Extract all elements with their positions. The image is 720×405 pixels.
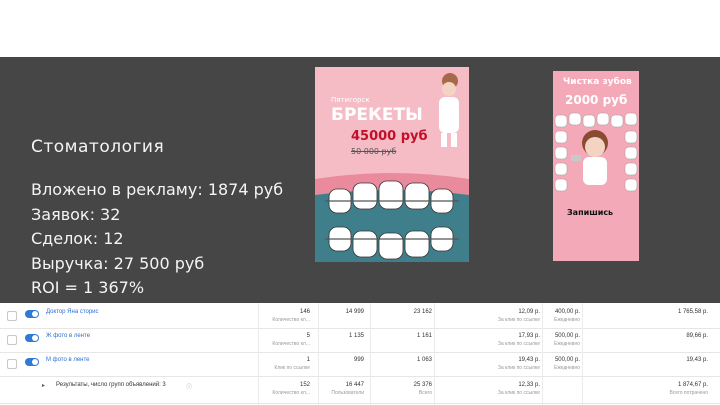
- summary-reach-value: 16 447: [345, 382, 364, 388]
- row-checkbox[interactable]: [7, 335, 17, 345]
- results-metric: Клик по ссылке: [274, 365, 310, 371]
- reach-value: 1 135: [348, 333, 364, 339]
- slide-heading: Стоматология: [31, 137, 165, 157]
- reach-value: 999: [353, 357, 364, 363]
- row-checkbox[interactable]: [7, 311, 17, 321]
- ad2-cta: Запишись: [567, 208, 614, 217]
- summary-spent-metric: Всего потрачено: [669, 390, 708, 396]
- column-divider: [582, 303, 583, 405]
- summary-reach-metric: Пользователи: [331, 390, 364, 396]
- results-value: 5: [306, 333, 310, 339]
- budget-value: 500,00 р.: [554, 333, 580, 339]
- column-divider: [542, 303, 543, 405]
- summary-row: ▸ Результаты, число групп объявлений: 3 …: [0, 377, 720, 404]
- status-toggle[interactable]: [25, 310, 39, 318]
- column-divider: [434, 303, 435, 405]
- status-toggle[interactable]: [25, 334, 39, 342]
- ad2-title: Чистка зубов: [563, 77, 632, 87]
- budget-period: Ежедневно: [553, 365, 580, 371]
- expand-chevron-icon[interactable]: ▸: [42, 382, 45, 389]
- ad-creative-cleaning: Чистка зубов 2000 руб Запишись: [553, 71, 639, 261]
- amount-spent-value: 1 765,58 р.: [677, 309, 708, 315]
- column-divider: [370, 303, 371, 405]
- impressions-value: 1 063: [416, 357, 432, 363]
- results-value: 1: [306, 357, 310, 363]
- summary-results-metric: Количество кл...: [272, 390, 310, 396]
- budget-period: Ежедневно: [553, 317, 580, 323]
- amount-spent-value: 89,66 р.: [686, 333, 708, 339]
- reach-value: 14 999: [345, 309, 364, 315]
- cost-per-result-metric: За клик по ссылке: [497, 341, 540, 347]
- stats-block: Вложено в рекламу: 1874 руб Заявок: 32 С…: [31, 178, 283, 301]
- impressions-value: 1 161: [416, 333, 432, 339]
- stat-leads: Заявок: 32: [31, 204, 121, 224]
- amount-spent-value: 19,43 р.: [686, 357, 708, 363]
- table-row[interactable]: М фото в ленте 1 Клик по ссылке 999 1 06…: [0, 353, 720, 377]
- ad-group-name-link[interactable]: Доктор Яна сторис: [46, 309, 99, 315]
- info-icon[interactable]: ⓘ: [186, 382, 192, 391]
- stat-roi: ROI = 1 367%: [31, 278, 145, 297]
- stat-spend: Вложено в рекламу: 1874 руб: [31, 180, 284, 199]
- row-checkbox[interactable]: [7, 359, 17, 369]
- budget-period: Ежедневно: [553, 341, 580, 347]
- ad2-price: 2000 руб: [565, 93, 628, 107]
- summary-results-value: 152: [299, 382, 310, 388]
- impressions-value: 23 162: [413, 309, 432, 315]
- table-row[interactable]: Доктор Яна сторис 146 Количество кл... 1…: [0, 305, 720, 329]
- cost-per-result-value: 17,93 р.: [518, 333, 540, 339]
- results-metric: Количество кл...: [272, 341, 310, 347]
- table-row[interactable]: Ж фото в ленте 5 Количество кл... 1 135 …: [0, 329, 720, 353]
- stat-deals: Сделок: 12: [31, 229, 124, 248]
- ad-creative-braces: Пятигорск БРЕКЕТЫ 45000 руб 50 000 руб: [315, 67, 469, 262]
- cost-per-result-metric: За клик по ссылке: [497, 365, 540, 371]
- results-value: 146: [299, 309, 310, 315]
- ad-group-name-link[interactable]: Ж фото в ленте: [46, 333, 90, 339]
- ad1-old-price: 50 000 руб: [351, 147, 397, 156]
- summary-cost-value: 12,33 р.: [518, 382, 540, 388]
- summary-cost-metric: За клик по ссылке: [497, 390, 540, 396]
- summary-impressions-metric: Всего: [418, 390, 432, 396]
- results-metric: Количество кл...: [272, 317, 310, 323]
- stat-revenue: Выручка: 27 500 руб: [31, 253, 205, 273]
- budget-value: 500,00 р.: [554, 357, 580, 363]
- ad1-title: БРЕКЕТЫ: [331, 105, 423, 125]
- summary-spent-value: 1 874,67 р.: [677, 382, 708, 388]
- cost-per-result-value: 19,43 р.: [518, 357, 540, 363]
- ad-groups-table: Доктор Яна сторис 146 Количество кл... 1…: [0, 303, 720, 405]
- column-divider: [318, 303, 319, 405]
- ad1-price: 45000 руб: [351, 129, 428, 144]
- cost-per-result-value: 12,09 р.: [518, 309, 540, 315]
- ad1-city: Пятигорск: [331, 96, 370, 104]
- summary-impressions-value: 25 376: [413, 382, 432, 388]
- ad-group-name-link[interactable]: М фото в ленте: [46, 357, 90, 363]
- budget-value: 400,00 р.: [554, 309, 580, 315]
- column-divider: [258, 303, 259, 405]
- status-toggle[interactable]: [25, 358, 39, 366]
- summary-label: Результаты, число групп объявлений: 3: [56, 382, 166, 388]
- cost-per-result-metric: За клик по ссылке: [497, 317, 540, 323]
